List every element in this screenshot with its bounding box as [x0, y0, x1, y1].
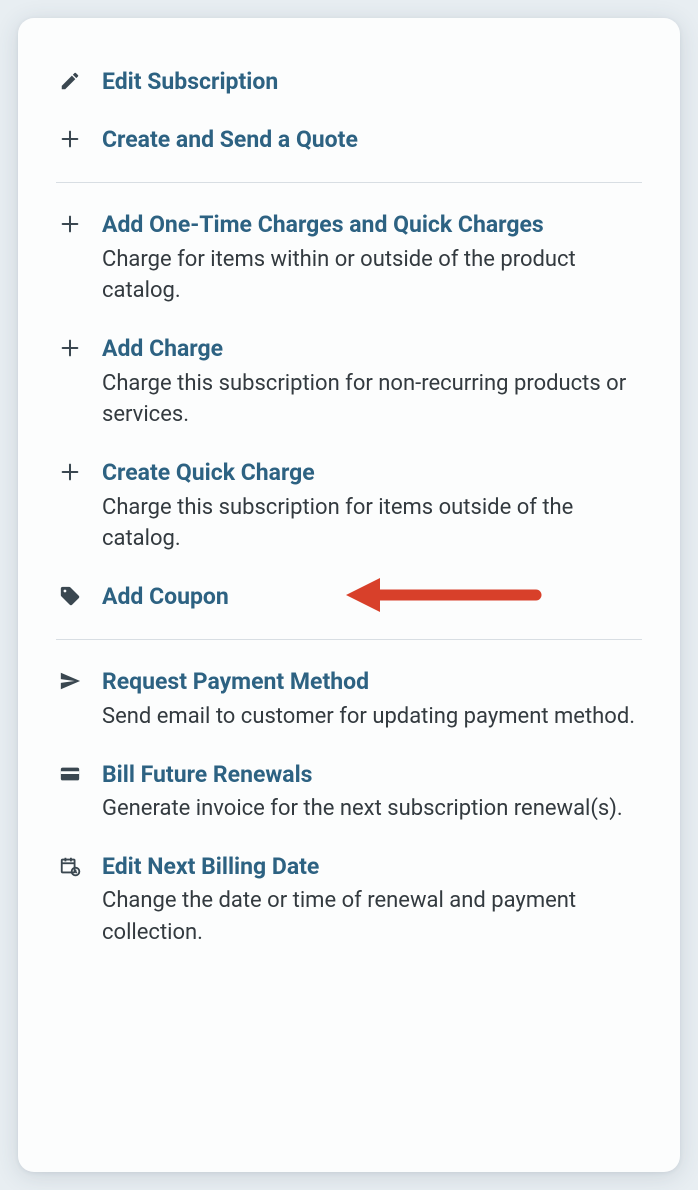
card-icon — [56, 759, 84, 785]
action-description: Charge this subscription for items outsi… — [102, 492, 642, 556]
action-text: Edit Subscription — [102, 66, 642, 98]
plus-icon — [56, 333, 84, 359]
action-text: Add One-Time Charges and Quick ChargesCh… — [102, 209, 642, 307]
action-bill-future-renewals[interactable]: Bill Future RenewalsGenerate invoice for… — [56, 759, 642, 825]
action-edit-next-billing-date[interactable]: Edit Next Billing DateChange the date or… — [56, 851, 642, 949]
action-add-coupon[interactable]: Add Coupon — [56, 581, 642, 613]
action-text: Create and Send a Quote — [102, 124, 642, 156]
action-description: Send email to customer for updating paym… — [102, 701, 642, 733]
plus-icon — [56, 457, 84, 483]
plus-icon — [56, 124, 84, 150]
action-add-one-time-charges[interactable]: Add One-Time Charges and Quick ChargesCh… — [56, 209, 642, 307]
action-description: Generate invoice for the next subscripti… — [102, 793, 642, 825]
action-create-quick-charge[interactable]: Create Quick ChargeCharge this subscript… — [56, 457, 642, 555]
group-divider — [56, 639, 642, 640]
action-title: Edit Next Billing Date — [102, 851, 642, 883]
action-text: Create Quick ChargeCharge this subscript… — [102, 457, 642, 555]
action-text: Request Payment MethodSend email to cust… — [102, 666, 642, 732]
tag-icon — [56, 581, 84, 607]
action-text: Edit Next Billing DateChange the date or… — [102, 851, 642, 949]
group-divider — [56, 182, 642, 183]
action-request-payment-method[interactable]: Request Payment MethodSend email to cust… — [56, 666, 642, 732]
action-description: Charge this subscription for non-recurri… — [102, 368, 642, 432]
action-text: Add Coupon — [102, 581, 642, 613]
calendar-icon — [56, 851, 84, 877]
action-description: Charge for items within or outside of th… — [102, 244, 642, 308]
action-title: Add Coupon — [102, 581, 642, 613]
action-description: Change the date or time of renewal and p… — [102, 885, 642, 949]
action-title: Add One-Time Charges and Quick Charges — [102, 209, 642, 241]
action-title: Bill Future Renewals — [102, 759, 642, 791]
pencil-icon — [56, 66, 84, 92]
plus-icon — [56, 209, 84, 235]
action-title: Edit Subscription — [102, 66, 642, 98]
action-text: Bill Future RenewalsGenerate invoice for… — [102, 759, 642, 825]
action-text: Add ChargeCharge this subscription for n… — [102, 333, 642, 431]
action-title: Create and Send a Quote — [102, 124, 642, 156]
send-icon — [56, 666, 84, 692]
action-title: Request Payment Method — [102, 666, 642, 698]
action-add-charge[interactable]: Add ChargeCharge this subscription for n… — [56, 333, 642, 431]
action-title: Add Charge — [102, 333, 642, 365]
action-create-send-quote[interactable]: Create and Send a Quote — [56, 124, 642, 156]
action-title: Create Quick Charge — [102, 457, 642, 489]
action-edit-subscription[interactable]: Edit Subscription — [56, 66, 642, 98]
actions-panel: Edit Subscription Create and Send a Quote… — [18, 18, 680, 1172]
